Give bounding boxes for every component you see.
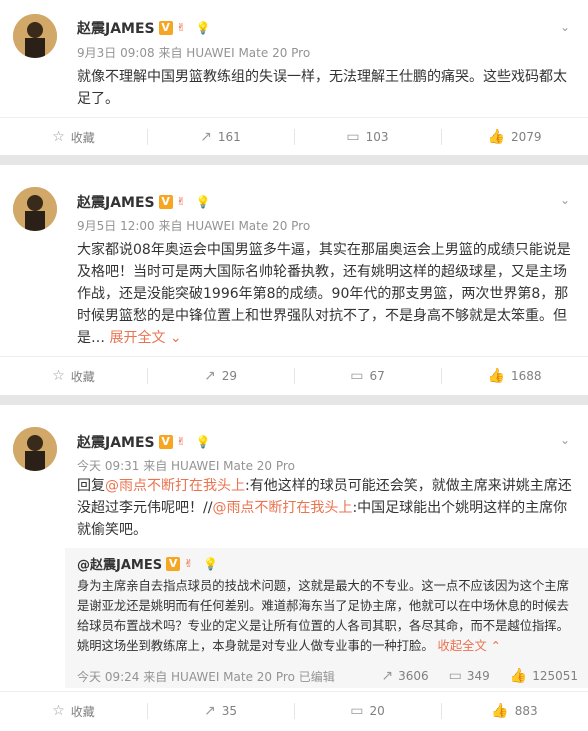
comment-count: 67 xyxy=(369,369,385,383)
repost-count: 161 xyxy=(217,130,241,144)
comment-icon: ▭ xyxy=(350,703,364,719)
bulb-icon: 💡 xyxy=(195,435,211,449)
fan-badge-icon: ✌ xyxy=(176,21,186,34)
share-icon: ↗ xyxy=(200,129,212,145)
star-icon: ☆ xyxy=(52,368,65,384)
repost-text: 身为主席亲自去指点球员的技战术问题，这就是最大的不专业。这一点不应该因为这个主席… xyxy=(77,576,577,656)
bulb-icon: 💡 xyxy=(195,21,211,35)
favorite-button[interactable]: ☆ 收藏 xyxy=(0,118,147,156)
thumb-up-icon: 👍 xyxy=(491,703,509,719)
repost-author[interactable]: @赵震JAMES xyxy=(77,554,162,573)
favorite-button[interactable]: ☆ 收藏 xyxy=(0,692,147,730)
comment-button[interactable]: ▭ 103 xyxy=(294,118,441,156)
mention-link[interactable]: @雨点不断打在我头上 xyxy=(105,478,245,494)
separator xyxy=(0,395,588,405)
repost-button[interactable]: ↗ 29 xyxy=(147,357,294,395)
repost-comment-button[interactable]: ▭ 349 xyxy=(449,668,490,684)
like-count: 1688 xyxy=(510,369,542,383)
reply-prefix: 回复 xyxy=(77,478,105,494)
post-card-1: 赵震JAMES V ✌ 💡 ⌄ 9月3日 09:08 来自 HUAWEI Mat… xyxy=(0,0,588,155)
avatar[interactable] xyxy=(13,427,57,471)
author-name[interactable]: 赵震JAMES xyxy=(77,192,155,212)
like-button[interactable]: 👍 2079 xyxy=(441,118,588,156)
post-meta: 今天 09:31 来自 HUAWEI Mate 20 Pro xyxy=(77,459,295,473)
author-name[interactable]: 赵震JAMES xyxy=(77,432,155,452)
repost-repost-button[interactable]: ↗ 3606 xyxy=(381,668,428,684)
repost-card[interactable]: @赵震JAMES V ✌ 💡 身为主席亲自去指点球员的技战术问题，这就是最大的不… xyxy=(65,548,588,688)
like-button[interactable]: 👍 1688 xyxy=(441,357,588,395)
verified-icon: V xyxy=(158,435,173,449)
like-count: 2079 xyxy=(510,130,542,144)
repost-comment-count: 349 xyxy=(466,669,490,683)
favorite-label: 收藏 xyxy=(70,130,95,145)
comment-icon: ▭ xyxy=(346,129,360,145)
repost-author-line: @赵震JAMES V ✌ 💡 xyxy=(77,554,219,573)
verified-icon: V xyxy=(158,21,173,35)
avatar[interactable] xyxy=(13,14,57,58)
thumb-up-icon: 👍 xyxy=(509,668,528,684)
collapse-link[interactable]: 收起全文 xyxy=(438,639,487,653)
comment-icon: ▭ xyxy=(350,368,364,384)
action-bar: ☆ 收藏 ↗ 35 ▭ 20 👍 883 xyxy=(0,691,588,730)
thumb-up-icon: 👍 xyxy=(487,129,505,145)
post-card-2: 赵震JAMES V ✌ 💡 ⌄ 9月5日 12:00 来自 HUAWEI Mat… xyxy=(0,165,588,395)
fan-badge-icon: ✌ xyxy=(176,195,186,208)
repost-like-button[interactable]: 👍 125051 xyxy=(510,668,578,684)
bulb-icon: 💡 xyxy=(195,195,211,209)
separator xyxy=(0,155,588,165)
verified-icon: V xyxy=(166,556,181,571)
fan-badge-icon: ✌ xyxy=(184,556,194,570)
chevron-down-icon[interactable]: ⌄ xyxy=(560,20,570,34)
like-count: 883 xyxy=(514,704,538,718)
comment-count: 103 xyxy=(365,130,389,144)
comment-button[interactable]: ▭ 20 xyxy=(294,692,441,730)
post-text: 大家都说08年奥运会中国男篮多牛逼，其实在那届奥运会上男篮的成绩只能说是及格吧！… xyxy=(77,239,575,349)
share-icon: ↗ xyxy=(203,703,216,719)
action-bar: ☆ 收藏 ↗ 161 ▭ 103 👍 2079 xyxy=(0,117,588,156)
share-icon: ↗ xyxy=(203,368,216,384)
favorite-button[interactable]: ☆ 收藏 xyxy=(0,357,147,395)
repost-button[interactable]: ↗ 35 xyxy=(147,692,294,730)
post-text: 就像不理解中国男篮教练组的失误一样，无法理解王仕鹏的痛哭。这些戏码都太足了。 xyxy=(77,69,567,107)
author-line: 赵震JAMES V ✌ 💡 xyxy=(77,192,211,212)
comment-button[interactable]: ▭ 67 xyxy=(294,357,441,395)
repost-button[interactable]: ↗ 161 xyxy=(147,118,294,156)
repost-like-count: 125051 xyxy=(532,669,578,683)
author-line: 赵震JAMES V ✌ 💡 xyxy=(77,432,211,452)
star-icon: ☆ xyxy=(52,703,65,719)
thumb-up-icon: 👍 xyxy=(487,368,505,384)
chevron-up-icon[interactable]: ⌃ xyxy=(487,639,501,653)
chevron-down-icon[interactable]: ⌄ xyxy=(560,433,570,447)
repost-repost-count: 3606 xyxy=(398,669,429,683)
star-icon: ☆ xyxy=(52,129,65,145)
verified-icon: V xyxy=(158,195,173,209)
favorite-label: 收藏 xyxy=(70,704,95,719)
avatar-image xyxy=(13,187,57,231)
post-card-3: 赵震JAMES V ✌ 💡 ⌄ 今天 09:31 来自 HUAWEI Mate … xyxy=(0,405,588,731)
author-name[interactable]: 赵震JAMES xyxy=(77,18,155,38)
action-bar: ☆ 收藏 ↗ 29 ▭ 67 👍 1688 xyxy=(0,356,588,395)
repost-stats: ↗ 3606 ▭ 349 👍 125051 xyxy=(381,668,578,684)
post-meta: 9月3日 09:08 来自 HUAWEI Mate 20 Pro xyxy=(77,46,311,60)
chevron-down-icon[interactable]: ⌄ xyxy=(165,330,182,346)
avatar-image xyxy=(13,427,57,471)
fan-badge-icon: ✌ xyxy=(176,435,186,448)
bulb-icon: 💡 xyxy=(203,556,219,571)
mention-link[interactable]: @雨点不断打在我头上 xyxy=(212,500,352,516)
avatar[interactable] xyxy=(13,187,57,231)
avatar-image xyxy=(13,14,57,58)
post-meta: 9月5日 12:00 来自 HUAWEI Mate 20 Pro xyxy=(77,219,311,233)
expand-link[interactable]: 展开全文 xyxy=(109,330,165,346)
repost-count: 35 xyxy=(221,704,237,718)
favorite-label: 收藏 xyxy=(70,369,95,384)
post-text: 回复@雨点不断打在我头上:有他这样的球员可能还会笑，就做主席来讲姚主席还没超过李… xyxy=(77,475,575,541)
repost-count: 29 xyxy=(221,369,237,383)
share-icon: ↗ xyxy=(381,668,394,684)
author-line: 赵震JAMES V ✌ 💡 xyxy=(77,18,211,38)
repost-meta: 今天 09:24 来自 HUAWEI Mate 20 Pro 已编辑 xyxy=(77,670,335,684)
comment-icon: ▭ xyxy=(448,668,462,684)
comment-count: 20 xyxy=(369,704,385,718)
chevron-down-icon[interactable]: ⌄ xyxy=(560,193,570,207)
like-button[interactable]: 👍 883 xyxy=(441,692,588,730)
